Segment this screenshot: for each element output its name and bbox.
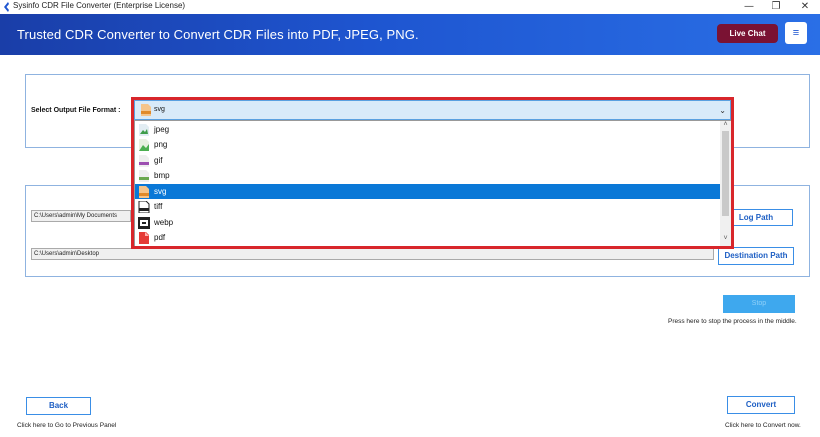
webp-file-icon bbox=[138, 217, 150, 229]
format-option-tiff[interactable]: tiff bbox=[135, 199, 720, 214]
back-hint: Click here to Go to Previous Panel bbox=[17, 422, 117, 429]
stop-hint: Press here to stop the process in the mi… bbox=[668, 318, 797, 325]
pdf-file-icon bbox=[139, 232, 149, 244]
format-option-label: bmp bbox=[154, 171, 170, 180]
stop-button[interactable]: Stop bbox=[723, 295, 795, 313]
format-option-png[interactable]: png bbox=[135, 137, 720, 152]
png-file-icon bbox=[139, 139, 149, 151]
format-label: Select Output File Format : bbox=[31, 107, 121, 114]
tiff-file-icon bbox=[138, 201, 150, 213]
format-select[interactable]: svg ⌄ bbox=[134, 100, 731, 120]
format-select-value: svg bbox=[154, 106, 165, 113]
hamburger-menu-button[interactable]: ≡ bbox=[785, 22, 807, 44]
banner-headline: Trusted CDR Converter to Convert CDR Fil… bbox=[17, 27, 419, 42]
window-titlebar: Sysinfo CDR File Converter (Enterprise L… bbox=[0, 0, 820, 14]
format-option-gif[interactable]: gif bbox=[135, 153, 720, 168]
format-option-label: jpeg bbox=[154, 125, 170, 134]
format-option-label: tiff bbox=[154, 202, 163, 211]
log-path-field[interactable]: C:\Users\admin\My Documents bbox=[31, 210, 131, 222]
format-option-label: pdf bbox=[154, 233, 166, 242]
app-logo-icon bbox=[4, 2, 9, 12]
scroll-up-icon[interactable]: ˄ bbox=[721, 121, 730, 128]
convert-button[interactable]: Convert bbox=[727, 396, 795, 414]
svg-file-icon bbox=[139, 186, 149, 198]
format-option-label: svg bbox=[154, 187, 167, 196]
convert-hint: Click here to Convert now. bbox=[725, 422, 801, 429]
destination-path-button[interactable]: Destination Path bbox=[718, 247, 794, 265]
scrollbar-thumb[interactable] bbox=[722, 131, 729, 216]
format-dropdown-list[interactable]: jpeg png gif bmp svg tiff webp pdf ˄ ˅ bbox=[134, 120, 731, 247]
header-banner: Trusted CDR Converter to Convert CDR Fil… bbox=[0, 14, 820, 55]
svg-file-icon bbox=[141, 104, 151, 116]
gif-file-icon bbox=[139, 155, 149, 167]
destination-path-field[interactable]: C:\Users\admin\Desktop bbox=[31, 248, 714, 260]
jpeg-file-icon bbox=[139, 124, 149, 136]
live-chat-button[interactable]: Live Chat bbox=[717, 24, 778, 43]
close-button[interactable]: ✕ bbox=[792, 0, 818, 14]
scroll-down-icon[interactable]: ˅ bbox=[721, 235, 730, 242]
format-option-pdf[interactable]: pdf bbox=[135, 230, 720, 245]
format-option-label: png bbox=[154, 140, 168, 149]
format-option-label: gif bbox=[154, 156, 163, 165]
menu-icon: ≡ bbox=[792, 27, 800, 39]
format-option-label: webp bbox=[154, 218, 174, 227]
restore-button[interactable]: ❐ bbox=[763, 0, 789, 14]
bmp-file-icon bbox=[139, 170, 149, 182]
format-option-webp[interactable]: webp bbox=[135, 215, 720, 230]
minimize-button[interactable]: — bbox=[736, 0, 762, 14]
format-option-bmp[interactable]: bmp bbox=[135, 168, 720, 183]
dropdown-scrollbar[interactable]: ˄ ˅ bbox=[720, 121, 731, 246]
format-option-jpeg[interactable]: jpeg bbox=[135, 122, 720, 137]
format-option-svg[interactable]: svg bbox=[135, 184, 720, 199]
window-title: Sysinfo CDR File Converter (Enterprise L… bbox=[13, 1, 186, 10]
chevron-down-icon: ⌄ bbox=[719, 106, 726, 115]
back-button[interactable]: Back bbox=[26, 397, 91, 415]
